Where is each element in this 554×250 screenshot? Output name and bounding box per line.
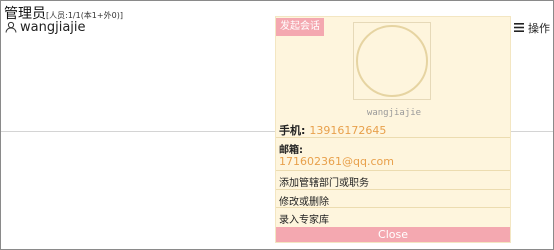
start-chat-button[interactable]: 发起会话 — [276, 18, 324, 36]
add-department-or-position-action[interactable]: 添加管辖部门或职务 — [279, 174, 369, 189]
operations-button[interactable]: 操作 — [514, 20, 550, 36]
popup-divider — [276, 137, 510, 138]
phone-label: 手机: — [279, 124, 306, 137]
avatar — [353, 22, 431, 100]
popup-username: wangjiajie — [366, 108, 422, 118]
avatar-placeholder-icon — [356, 25, 428, 97]
member-name: wangjiajie — [20, 20, 86, 35]
member-info-popup: 发起会话 wangjiajie 手机: 13916172645 邮箱: 17160… — [275, 16, 511, 243]
popup-divider — [276, 207, 510, 208]
operations-label: 操作 — [528, 22, 550, 35]
email-label: 邮箱: — [279, 145, 303, 156]
email-value: 171602361@qq.com — [279, 155, 394, 168]
phone-value: 13916172645 — [309, 124, 387, 137]
add-to-expert-library-action[interactable]: 录入专家库 — [279, 211, 329, 226]
popup-divider — [276, 170, 510, 171]
person-icon — [5, 18, 17, 37]
member-item[interactable]: wangjiajie — [5, 18, 86, 37]
phone-row: 手机: 13916172645 — [279, 122, 386, 138]
hamburger-menu-icon — [514, 22, 524, 35]
popup-divider — [276, 189, 510, 190]
close-button[interactable]: Close — [276, 227, 510, 242]
edit-or-delete-action[interactable]: 修改或删除 — [279, 193, 329, 208]
